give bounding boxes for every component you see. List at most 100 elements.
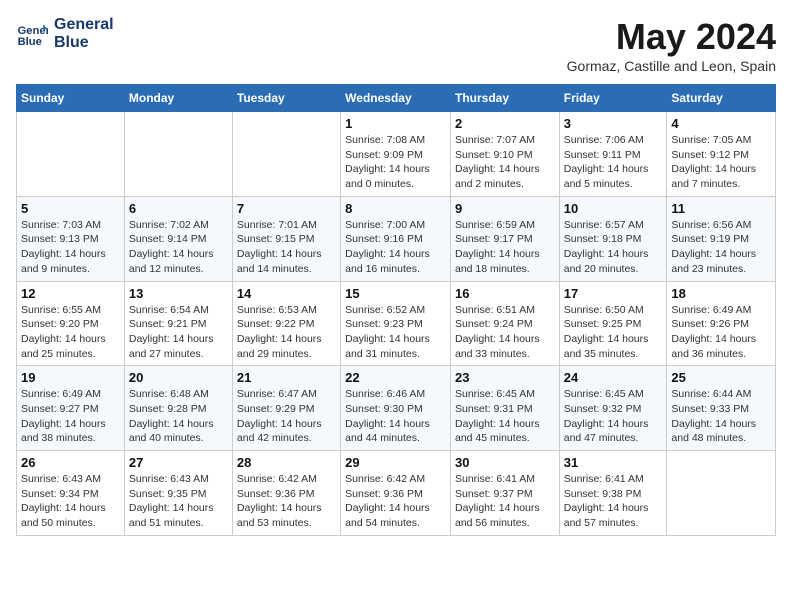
day-number: 1 (345, 116, 446, 131)
day-detail: Sunrise: 6:57 AMSunset: 9:18 PMDaylight:… (564, 218, 663, 277)
day-number: 18 (671, 286, 771, 301)
weekday-header-row: SundayMondayTuesdayWednesdayThursdayFrid… (17, 85, 776, 112)
day-detail: Sunrise: 6:52 AMSunset: 9:23 PMDaylight:… (345, 303, 446, 362)
month-title: May 2024 (567, 16, 776, 58)
calendar-cell: 1 Sunrise: 7:08 AMSunset: 9:09 PMDaylight… (341, 112, 451, 197)
day-detail: Sunrise: 6:41 AMSunset: 9:38 PMDaylight:… (564, 472, 663, 531)
calendar-cell: 19 Sunrise: 6:49 AMSunset: 9:27 PMDayligh… (17, 366, 125, 451)
day-detail: Sunrise: 7:05 AMSunset: 9:12 PMDaylight:… (671, 133, 771, 192)
weekday-header: Sunday (17, 85, 125, 112)
day-number: 16 (455, 286, 555, 301)
day-number: 10 (564, 201, 663, 216)
calendar-cell: 29Sunrise: 6:42 AMSunset: 9:36 PMDayligh… (341, 451, 451, 536)
calendar-cell: 28 Sunrise: 6:42 AMSunset: 9:36 PMDayligh… (232, 451, 340, 536)
day-number: 6 (129, 201, 228, 216)
day-number: 30 (455, 455, 555, 470)
weekday-header: Friday (559, 85, 667, 112)
calendar-cell: 21 Sunrise: 6:47 AMSunset: 9:29 PMDayligh… (232, 366, 340, 451)
calendar-cell: 11Sunrise: 6:56 AMSunset: 9:19 PMDayligh… (667, 196, 776, 281)
day-number: 27 (129, 455, 228, 470)
day-number: 13 (129, 286, 228, 301)
calendar-week-row: 26 Sunrise: 6:43 AMSunset: 9:34 PMDayligh… (17, 451, 776, 536)
calendar-cell (17, 112, 125, 197)
day-number: 25 (671, 370, 771, 385)
calendar-cell: 17 Sunrise: 6:50 AMSunset: 9:25 PMDayligh… (559, 281, 667, 366)
logo-general: General (54, 16, 114, 34)
day-detail: Sunrise: 7:03 AMSunset: 9:13 PMDaylight:… (21, 218, 120, 277)
weekday-header: Tuesday (232, 85, 340, 112)
day-detail: Sunrise: 6:51 AMSunset: 9:24 PMDaylight:… (455, 303, 555, 362)
calendar-cell: 12 Sunrise: 6:55 AMSunset: 9:20 PMDayligh… (17, 281, 125, 366)
calendar-cell: 9Sunrise: 6:59 AMSunset: 9:17 PMDaylight… (450, 196, 559, 281)
calendar-cell: 15 Sunrise: 6:52 AMSunset: 9:23 PMDayligh… (341, 281, 451, 366)
calendar-cell: 20 Sunrise: 6:48 AMSunset: 9:28 PMDayligh… (124, 366, 232, 451)
day-number: 17 (564, 286, 663, 301)
day-detail: Sunrise: 6:54 AMSunset: 9:21 PMDaylight:… (129, 303, 228, 362)
calendar-cell: 10 Sunrise: 6:57 AMSunset: 9:18 PMDayligh… (559, 196, 667, 281)
day-number: 21 (237, 370, 336, 385)
day-number: 15 (345, 286, 446, 301)
day-detail: Sunrise: 6:43 AMSunset: 9:35 PMDaylight:… (129, 472, 228, 531)
day-detail: Sunrise: 6:44 AMSunset: 9:33 PMDaylight:… (671, 387, 771, 446)
calendar-cell: 14 Sunrise: 6:53 AMSunset: 9:22 PMDayligh… (232, 281, 340, 366)
calendar-cell: 24 Sunrise: 6:45 AMSunset: 9:32 PMDayligh… (559, 366, 667, 451)
day-number: 8 (345, 201, 446, 216)
day-number: 24 (564, 370, 663, 385)
day-number: 26 (21, 455, 120, 470)
calendar-cell: 3 Sunrise: 7:06 AMSunset: 9:11 PMDaylight… (559, 112, 667, 197)
day-detail: Sunrise: 6:45 AMSunset: 9:32 PMDaylight:… (564, 387, 663, 446)
day-detail: Sunrise: 6:49 AMSunset: 9:27 PMDaylight:… (21, 387, 120, 446)
svg-text:Blue: Blue (18, 36, 42, 48)
day-detail: Sunrise: 6:55 AMSunset: 9:20 PMDaylight:… (21, 303, 120, 362)
calendar-cell: 30 Sunrise: 6:41 AMSunset: 9:37 PMDayligh… (450, 451, 559, 536)
logo: General Blue General Blue (16, 16, 114, 51)
calendar-week-row: 5Sunrise: 7:03 AMSunset: 9:13 PMDaylight… (17, 196, 776, 281)
day-detail: Sunrise: 7:00 AMSunset: 9:16 PMDaylight:… (345, 218, 446, 277)
day-number: 31 (564, 455, 663, 470)
day-detail: Sunrise: 6:46 AMSunset: 9:30 PMDaylight:… (345, 387, 446, 446)
calendar-cell (124, 112, 232, 197)
day-number: 3 (564, 116, 663, 131)
day-number: 2 (455, 116, 555, 131)
title-block: May 2024 Gormaz, Castille and Leon, Spai… (567, 16, 776, 74)
calendar-cell: 31 Sunrise: 6:41 AMSunset: 9:38 PMDayligh… (559, 451, 667, 536)
day-detail: Sunrise: 6:47 AMSunset: 9:29 PMDaylight:… (237, 387, 336, 446)
day-detail: Sunrise: 7:08 AMSunset: 9:09 PMDaylight:… (345, 133, 446, 192)
day-detail: Sunrise: 6:53 AMSunset: 9:22 PMDaylight:… (237, 303, 336, 362)
day-number: 20 (129, 370, 228, 385)
calendar-cell: 4 Sunrise: 7:05 AMSunset: 9:12 PMDaylight… (667, 112, 776, 197)
day-detail: Sunrise: 7:02 AMSunset: 9:14 PMDaylight:… (129, 218, 228, 277)
calendar-cell: 5Sunrise: 7:03 AMSunset: 9:13 PMDaylight… (17, 196, 125, 281)
day-detail: Sunrise: 6:42 AMSunset: 9:36 PMDaylight:… (237, 472, 336, 531)
day-number: 14 (237, 286, 336, 301)
day-detail: Sunrise: 6:56 AMSunset: 9:19 PMDaylight:… (671, 218, 771, 277)
weekday-header: Thursday (450, 85, 559, 112)
calendar-table: SundayMondayTuesdayWednesdayThursdayFrid… (16, 84, 776, 536)
day-number: 4 (671, 116, 771, 131)
day-detail: Sunrise: 7:06 AMSunset: 9:11 PMDaylight:… (564, 133, 663, 192)
calendar-cell: 23Sunrise: 6:45 AMSunset: 9:31 PMDayligh… (450, 366, 559, 451)
weekday-header: Wednesday (341, 85, 451, 112)
day-number: 12 (21, 286, 120, 301)
day-detail: Sunrise: 6:48 AMSunset: 9:28 PMDaylight:… (129, 387, 228, 446)
calendar-cell: 2 Sunrise: 7:07 AMSunset: 9:10 PMDaylight… (450, 112, 559, 197)
calendar-cell (667, 451, 776, 536)
weekday-header: Monday (124, 85, 232, 112)
calendar-cell: 6 Sunrise: 7:02 AMSunset: 9:14 PMDaylight… (124, 196, 232, 281)
day-number: 19 (21, 370, 120, 385)
day-detail: Sunrise: 6:49 AMSunset: 9:26 PMDaylight:… (671, 303, 771, 362)
logo-icon: General Blue (16, 18, 48, 50)
day-detail: Sunrise: 7:07 AMSunset: 9:10 PMDaylight:… (455, 133, 555, 192)
logo-blue: Blue (54, 34, 114, 52)
day-detail: Sunrise: 6:41 AMSunset: 9:37 PMDaylight:… (455, 472, 555, 531)
page-header: General Blue General Blue May 2024 Gorma… (16, 16, 776, 74)
calendar-cell: 18 Sunrise: 6:49 AMSunset: 9:26 PMDayligh… (667, 281, 776, 366)
day-number: 22 (345, 370, 446, 385)
day-detail: Sunrise: 6:43 AMSunset: 9:34 PMDaylight:… (21, 472, 120, 531)
calendar-week-row: 1 Sunrise: 7:08 AMSunset: 9:09 PMDaylight… (17, 112, 776, 197)
calendar-week-row: 12 Sunrise: 6:55 AMSunset: 9:20 PMDayligh… (17, 281, 776, 366)
day-number: 28 (237, 455, 336, 470)
day-detail: Sunrise: 6:45 AMSunset: 9:31 PMDaylight:… (455, 387, 555, 446)
day-detail: Sunrise: 6:59 AMSunset: 9:17 PMDaylight:… (455, 218, 555, 277)
day-detail: Sunrise: 6:50 AMSunset: 9:25 PMDaylight:… (564, 303, 663, 362)
